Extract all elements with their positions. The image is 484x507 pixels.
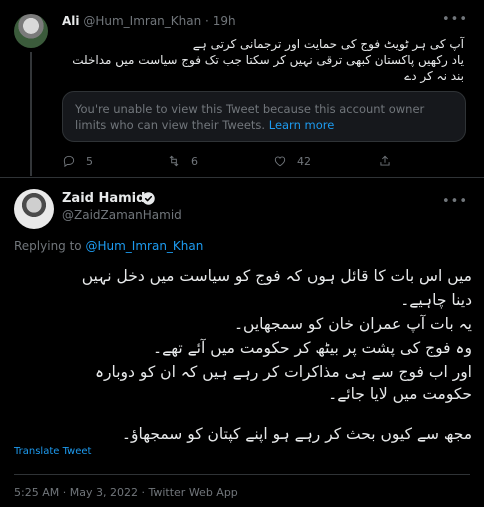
replying-handle-link[interactable]: @Hum_Imran_Khan <box>85 239 203 253</box>
tweet-text-line: یہ بات آپ عمران خان کو سمجھایں۔ <box>233 315 472 333</box>
retweet-count: 6 <box>191 154 198 168</box>
separator: · <box>141 486 145 499</box>
tweet-source: Twitter Web App <box>148 486 238 499</box>
retweet-icon <box>169 155 179 167</box>
more-icon[interactable]: ••• <box>442 12 468 27</box>
tweet-header: Ali @Hum_Imran_Khan · 19h <box>62 14 236 28</box>
learn-more-link[interactable]: Learn more <box>269 118 335 132</box>
tweet-meta: 5:25 AM · May 3, 2022 · Twitter Web App <box>14 486 238 499</box>
tweet-text-line: بند نہ کر دے <box>404 69 464 83</box>
parent-tweet[interactable]: Ali @Hum_Imran_Khan · 19h ••• آپ کی ہر ٹ… <box>0 0 484 178</box>
tweet-time[interactable]: 5:25 AM <box>14 486 59 499</box>
author-handle[interactable]: @Hum_Imran_Khan <box>83 14 201 28</box>
author-name[interactable]: Zaid Hamid <box>62 191 145 206</box>
tweet-text-line: میں اس بات کا قائل ہوں کہ فوج کو سیاست م… <box>81 267 472 285</box>
avatar[interactable] <box>14 189 54 229</box>
thread-line <box>30 52 32 176</box>
verified-badge-icon <box>142 192 155 205</box>
author-name[interactable]: Ali <box>62 14 80 28</box>
tweet-text-line: دینا چاہیے۔ <box>400 291 472 309</box>
like-button[interactable]: 42 <box>273 154 311 168</box>
tweet-date[interactable]: May 3, 2022 <box>70 486 138 499</box>
tweet-actions: 5 6 42 <box>62 154 466 168</box>
replying-prefix: Replying to <box>14 239 82 253</box>
tweet-text-line: اور اب فوج سے ہی مذاکرات کر رہے ہیں کہ ا… <box>94 363 472 381</box>
avatar[interactable] <box>14 14 48 48</box>
limited-tweet-notice: You're unable to view this Tweet because… <box>62 91 466 142</box>
separator: · <box>62 486 67 499</box>
tweet-text-line: حکومت میں لایا جائے۔ <box>328 385 472 403</box>
retweet-button[interactable]: 6 <box>167 154 198 168</box>
reply-icon <box>63 155 75 168</box>
like-count: 42 <box>297 154 311 168</box>
tweet-text-line: آپ کی ہر ٹویٹ فوج کی حمایت اور ترجمانی ک… <box>192 37 464 51</box>
divider <box>14 474 470 475</box>
notice-text: You're unable to view this Tweet because… <box>75 102 425 132</box>
heart-icon <box>274 156 286 167</box>
reply-button[interactable]: 5 <box>62 154 93 168</box>
more-icon[interactable]: ••• <box>442 194 468 209</box>
replying-to: Replying to @Hum_Imran_Khan <box>14 239 203 253</box>
tweet-text-line: یاد رکھیں پاکستان کبھی ترقی نہیں کر سکتا… <box>72 53 464 67</box>
tweet-text-line: مجھ سے کیوں بحث کر رہے ہو اپنے کپتان کو … <box>121 425 472 443</box>
share-icon <box>380 155 390 166</box>
author-handle[interactable]: @ZaidZamanHamid <box>62 208 182 222</box>
separator: · <box>205 14 209 28</box>
reply-count: 5 <box>86 154 93 168</box>
tweet-text-line: وہ فوج کی پشت پر بیٹھ کر حکومت میں آئے ت… <box>153 339 472 357</box>
tweet-time[interactable]: 19h <box>213 14 236 28</box>
translate-tweet-link[interactable]: Translate Tweet <box>14 446 91 457</box>
share-button[interactable] <box>378 154 392 168</box>
